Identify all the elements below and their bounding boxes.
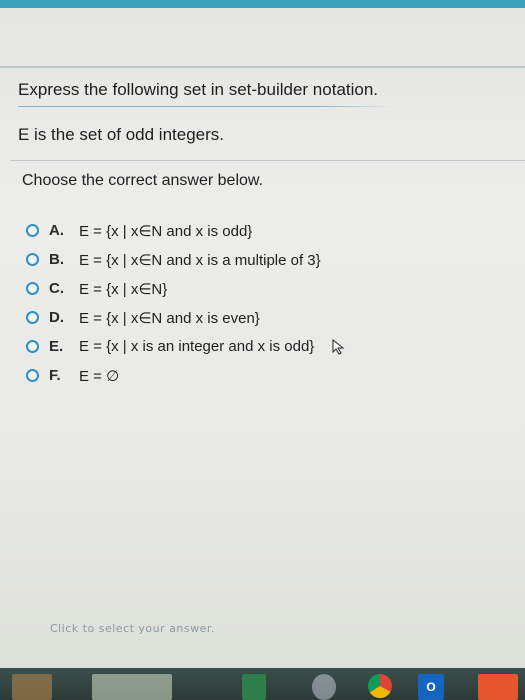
option-text: E = {x | x is an integer and x is odd} (79, 338, 315, 355)
excel-icon[interactable] (242, 674, 266, 700)
radio-button-e[interactable] (26, 340, 39, 353)
radio-button-b[interactable] (26, 253, 39, 266)
option-e[interactable]: E. E = {x | x is an integer and x is odd… (26, 332, 346, 361)
option-text: E = {x | x∈N} (79, 280, 168, 298)
radio-button-c[interactable] (26, 282, 39, 295)
radio-button-f[interactable] (26, 369, 39, 382)
chrome-icon[interactable] (368, 674, 392, 698)
start-button[interactable] (12, 674, 52, 700)
section-divider (10, 160, 525, 161)
radio-button-d[interactable] (26, 311, 39, 324)
taskbar-app-window[interactable] (92, 674, 172, 700)
window-top-strip (0, 0, 525, 8)
option-letter: C. (49, 280, 64, 297)
option-letter: A. (49, 222, 64, 239)
answer-options: A. E = {x | x∈N and x is odd} B. E = {x … (26, 216, 346, 390)
option-f[interactable]: F. E = ∅ (26, 361, 346, 390)
radio-button-a[interactable] (26, 224, 39, 237)
outlook-icon[interactable]: O (418, 674, 444, 700)
question-prompt-text: Express the following set in set-builder… (18, 80, 379, 99)
question-prompt: Express the following set in set-builder… (18, 80, 394, 107)
taskbar-app-icon-red[interactable] (478, 674, 518, 700)
option-d[interactable]: D. E = {x | x∈N and x is even} (26, 303, 346, 332)
option-c[interactable]: C. E = {x | x∈N} (26, 274, 346, 303)
option-text: E = {x | x∈N and x is odd} (79, 222, 253, 240)
option-text: E = {x | x∈N and x is a multiple of 3} (79, 251, 321, 269)
option-text: E = ∅ (79, 367, 120, 385)
taskbar: O (0, 668, 525, 700)
photo-of-screen: Express the following set in set-builder… (0, 0, 525, 700)
option-a[interactable]: A. E = {x | x∈N and x is odd} (26, 216, 346, 245)
question-screen: Express the following set in set-builder… (0, 8, 525, 668)
set-description: E is the set of odd integers. (18, 125, 225, 144)
option-letter: B. (49, 251, 64, 268)
footer-hint: Click to select your answer. (50, 622, 215, 635)
option-letter: F. (49, 367, 61, 384)
option-b[interactable]: B. E = {x | x∈N and x is a multiple of 3… (26, 245, 346, 274)
mouse-pointer-icon (332, 338, 345, 355)
answer-instruction: Choose the correct answer below. (22, 172, 264, 189)
option-letter: E. (49, 338, 64, 355)
header-divider (0, 66, 525, 68)
option-text: E = {x | x∈N and x is even} (79, 309, 260, 327)
prompt-underline (18, 106, 394, 107)
option-letter: D. (49, 309, 64, 326)
taskbar-app-icon[interactable] (312, 674, 336, 700)
